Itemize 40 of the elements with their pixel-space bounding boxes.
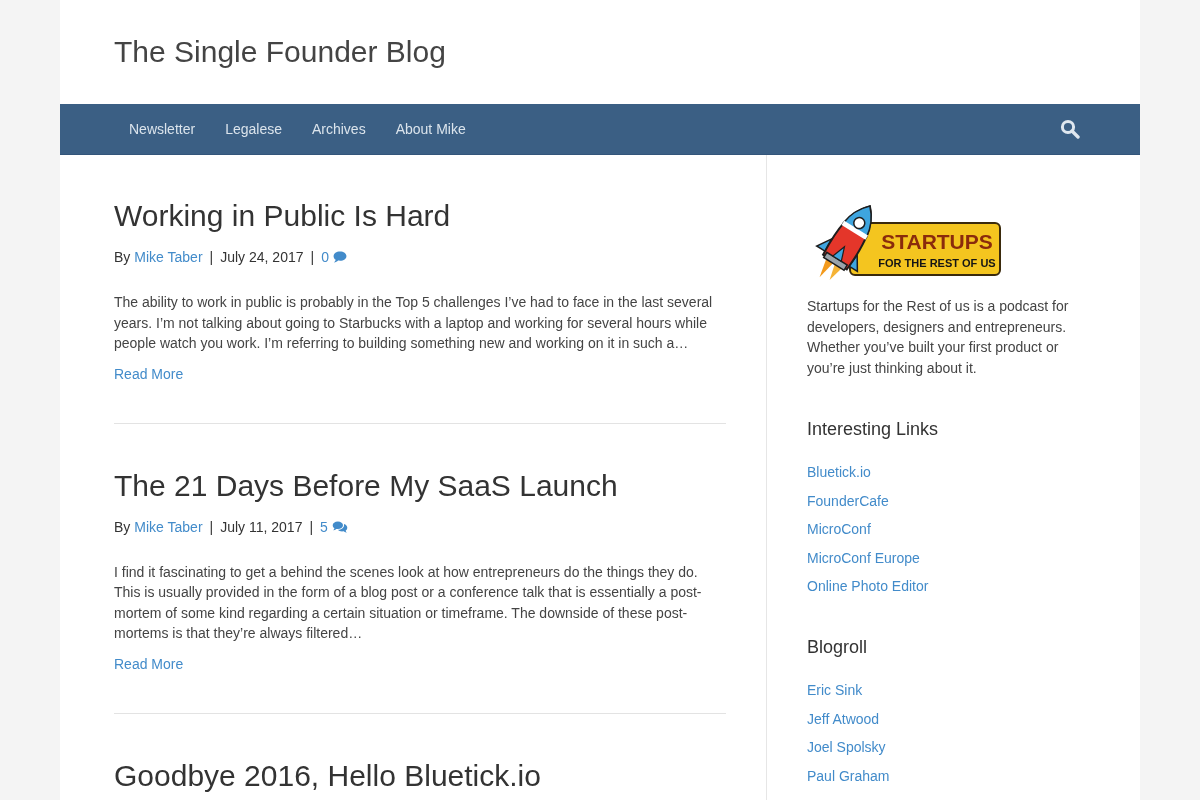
nav-link[interactable]: Newsletter (114, 104, 211, 154)
post-date: July 11, 2017 (220, 517, 303, 537)
separator: | (309, 248, 316, 267)
post-date: July 24, 2017 (220, 248, 304, 267)
sidebar-link[interactable]: Bluetick.io (807, 464, 871, 480)
nav-link[interactable]: About Mike (380, 104, 481, 154)
comment-bubble-icon (332, 251, 347, 263)
byline-label: By (114, 248, 131, 267)
nav-link[interactable]: Archives (296, 104, 381, 154)
comment-bubbles-icon (331, 520, 348, 533)
podcast-description: Startups for the Rest of us is a podcast for developers, designers and entrepreneurs. Whether you’ve built your first product or you’re just thinking about it. (807, 297, 1070, 378)
sidebar-link[interactable]: Joel Spolsky (807, 739, 886, 755)
nav-link[interactable]: Legalese (210, 104, 297, 154)
sidebar-link[interactable]: Eric Sink (807, 682, 863, 698)
post-excerpt: I find it fascinating to get a behind the scenes look at how entrepreneurs do the things they do. This is usually provided in the form of a blog post or a conference talk that is essentially a post-mortem of some kind regarding a certain situation or timeframe. The downside of these post-mortems is that they’re always filtered… (114, 562, 703, 643)
post-title[interactable]: Working in Public Is Hard (114, 199, 451, 232)
sidebar-link[interactable]: FounderCafe (807, 492, 889, 509)
separator: | (208, 248, 215, 267)
post-title[interactable]: Goodbye 2016, Hello Bluetick.io (114, 758, 541, 792)
sidebar-link[interactable]: Jeff Atwood (807, 710, 880, 727)
sidebar-link[interactable]: MicroConf (807, 521, 871, 537)
site-title[interactable]: The Single Founder Blog (114, 34, 446, 70)
widget-title: Blogroll (807, 636, 869, 658)
separator: | (208, 517, 215, 537)
separator: | (308, 517, 315, 537)
read-more-link[interactable]: Read More (114, 363, 184, 384)
read-more-link[interactable]: Read More (114, 653, 184, 674)
author-link[interactable]: Mike Taber (134, 247, 203, 267)
podcast-logo: STARTUPS FOR THE REST OF US (807, 195, 1002, 287)
post-title[interactable]: The 21 Days Before My SaaS Launch (114, 468, 618, 502)
byline-label: By (114, 517, 131, 537)
comments-link[interactable]: 0 (321, 247, 347, 267)
widget-title: Interesting Links (807, 418, 940, 440)
post-excerpt: The ability to work in public is probably in the Top 5 challenges I’ve had to face in the last several years. I’m not talking about going to Starbucks with a laptop and working for several hours while people watch you work. I’m referring to building something new and working on it in such a… (114, 293, 714, 353)
sidebar-link[interactable]: Paul Graham (807, 767, 890, 784)
search-icon (1060, 119, 1080, 139)
sidebar-link[interactable]: MicroConf Europe (807, 549, 920, 566)
author-link[interactable]: Mike Taber (134, 516, 203, 537)
sidebar-link[interactable]: Online Photo Editor (807, 578, 929, 594)
comments-link[interactable]: 5 (320, 516, 348, 537)
